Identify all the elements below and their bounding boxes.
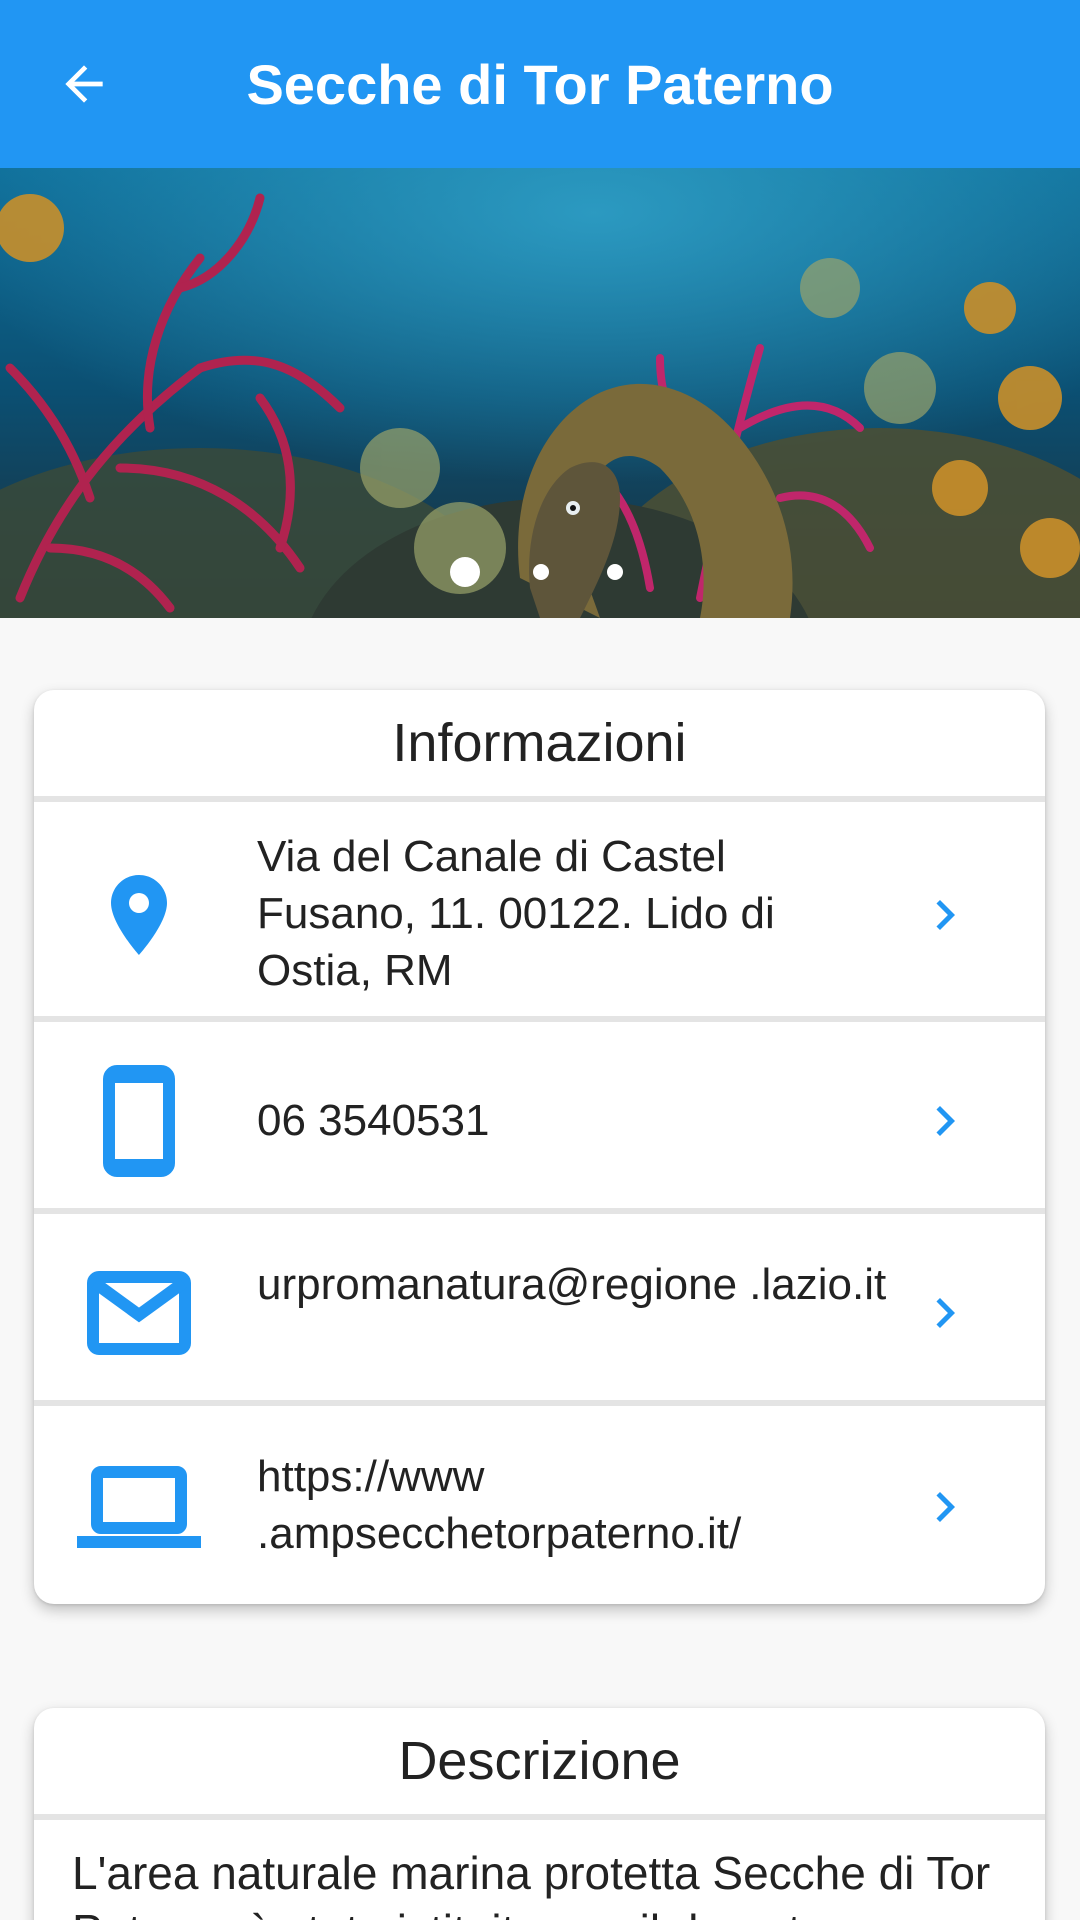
description-card-title: Descrizione (34, 1708, 1045, 1820)
laptop-icon (74, 1448, 204, 1568)
smartphone-icon (74, 1061, 204, 1181)
chevron-right-icon[interactable] (910, 1086, 980, 1156)
chevron-right-icon[interactable] (910, 1472, 980, 1542)
email-row[interactable]: urpromanatura@regione .lazio.it (34, 1220, 1045, 1406)
address-row[interactable]: Via del Canale di Castel Fusano, 11. 001… (34, 808, 1045, 1022)
chevron-right-icon[interactable] (910, 1278, 980, 1348)
phone-text: 06 3540531 (257, 1096, 490, 1145)
chevron-right-icon[interactable] (910, 880, 980, 950)
carousel-dot[interactable] (533, 564, 549, 580)
phone-row[interactable]: 06 3540531 (34, 1028, 1045, 1214)
image-carousel[interactable] (0, 168, 1080, 618)
email-text: urpromanatura@regione .lazio.it (257, 1260, 887, 1309)
location-pin-icon (74, 855, 204, 975)
website-row[interactable]: https://www .ampsecchetorpaterno.it/ (34, 1412, 1045, 1604)
address-text: Via del Canale di Castel Fusano, 11. 001… (257, 832, 775, 995)
info-card: Informazioni Via del Canale di Castel Fu… (34, 690, 1045, 1604)
mail-icon (74, 1253, 204, 1373)
description-card: Descrizione L'area naturale marina prote… (34, 1708, 1045, 1920)
carousel-dot-active[interactable] (450, 557, 480, 587)
page-title: Secche di Tor Paterno (246, 53, 834, 116)
app-bar: Secche di Tor Paterno (0, 0, 1080, 168)
underwater-coral-image (0, 168, 1080, 618)
info-card-title: Informazioni (34, 690, 1045, 802)
carousel-dot[interactable] (607, 564, 623, 580)
website-text: https://www .ampsecchetorpaterno.it/ (257, 1452, 742, 1558)
description-text: L'area naturale marina protetta Secche d… (72, 1847, 991, 1920)
